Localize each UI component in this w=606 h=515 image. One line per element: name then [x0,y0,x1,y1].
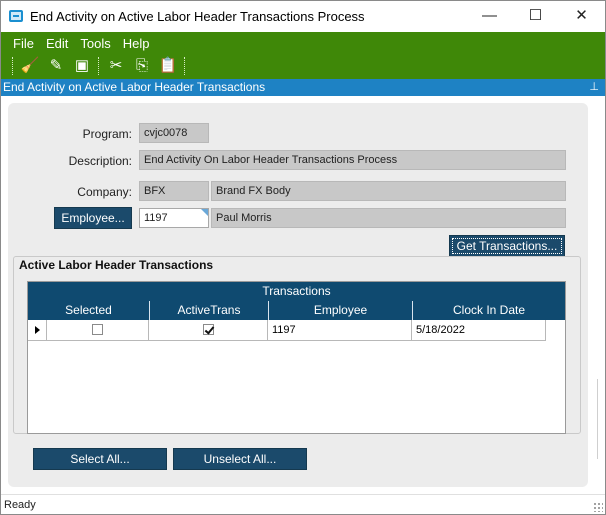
panel-header: End Activity on Active Labor Header Tran… [1,79,605,96]
close-button[interactable]: ✕ [559,1,604,32]
menu-bar: File Edit Tools Help [7,35,155,53]
column-header-clock-in-date[interactable]: Clock In Date [412,301,565,320]
get-transactions-button[interactable]: Get Transactions... [449,235,565,257]
program-label: Program: [82,127,132,141]
copy-icon[interactable]: ⎘ [129,55,155,77]
menu-file[interactable]: File [7,35,40,53]
activetrans-checkbox[interactable] [203,324,214,335]
maximize-button[interactable]: ☐ [513,1,558,32]
menu-tools[interactable]: Tools [74,35,116,53]
resize-grip-icon[interactable] [593,502,603,512]
group-title: Active Labor Header Transactions [19,258,214,272]
employee-name-field: Paul Morris [211,208,566,228]
employee-id-input[interactable]: 1197 [139,208,209,228]
toolbar-separator [95,55,103,77]
status-text: Ready [4,499,36,511]
status-bar: Ready [1,494,605,514]
company-label: Company: [77,185,132,199]
form-area: Program: cvjc0078 Description: End Activ… [8,103,588,487]
table-cell-employee[interactable]: 1197 [268,320,412,341]
pin-icon[interactable]: ⊥ [589,79,599,95]
company-name-field: Brand FX Body [211,181,566,201]
toolbar-separator [181,55,189,77]
table-cell-clock-in-date[interactable]: 5/18/2022 [412,320,546,341]
toolbar-grip [9,55,17,77]
main-content: Program: cvjc0078 Description: End Activ… [1,96,605,494]
select-all-button[interactable]: Select All... [33,448,167,470]
menu-help[interactable]: Help [117,35,156,53]
toolbar: 🧹 ✎ ▣ ✂ ⎘ 📋 [9,55,189,77]
row-selector[interactable] [28,320,47,341]
new-icon[interactable]: ✎ [43,55,69,77]
lookup-indicator-icon [201,209,208,216]
company-code-field: BFX [139,181,209,201]
application-window: End Activity on Active Labor Header Tran… [0,0,606,515]
description-field: End Activity On Labor Header Transaction… [139,150,566,170]
cut-icon[interactable]: ✂ [103,55,129,77]
scroll-edge [597,379,603,459]
active-labor-group: Active Labor Header Transactions Transac… [13,256,581,434]
window-title: End Activity on Active Labor Header Tran… [30,9,365,24]
app-icon [9,10,23,22]
current-row-arrow-icon [35,326,40,334]
clear-icon[interactable]: 🧹 [17,55,43,77]
employee-button[interactable]: Employee... [54,207,132,229]
title-bar[interactable]: End Activity on Active Labor Header Tran… [1,1,605,32]
save-icon[interactable]: ▣ [69,55,95,77]
minimize-button[interactable]: — [467,1,512,32]
description-label: Description: [68,154,132,168]
column-header-employee[interactable]: Employee [268,301,412,320]
selected-checkbox[interactable] [92,324,103,335]
table-cell-selected [47,320,149,341]
grid-caption: Transactions [28,282,565,301]
transactions-grid: Transactions Selected ActiveTrans Employ… [27,281,566,434]
employee-id-value: 1197 [144,212,168,224]
paste-icon[interactable]: 📋 [155,55,181,77]
column-header-activetrans[interactable]: ActiveTrans [149,301,268,320]
menu-toolbar-band: File Edit Tools Help 🧹 ✎ ▣ ✂ ⎘ 📋 [1,32,605,79]
panel-title: End Activity on Active Labor Header Tran… [3,80,266,94]
program-field: cvjc0078 [139,123,209,143]
unselect-all-button[interactable]: Unselect All... [173,448,307,470]
table-cell-activetrans [149,320,268,341]
menu-edit[interactable]: Edit [40,35,74,53]
column-header-selected[interactable]: Selected [28,301,149,320]
